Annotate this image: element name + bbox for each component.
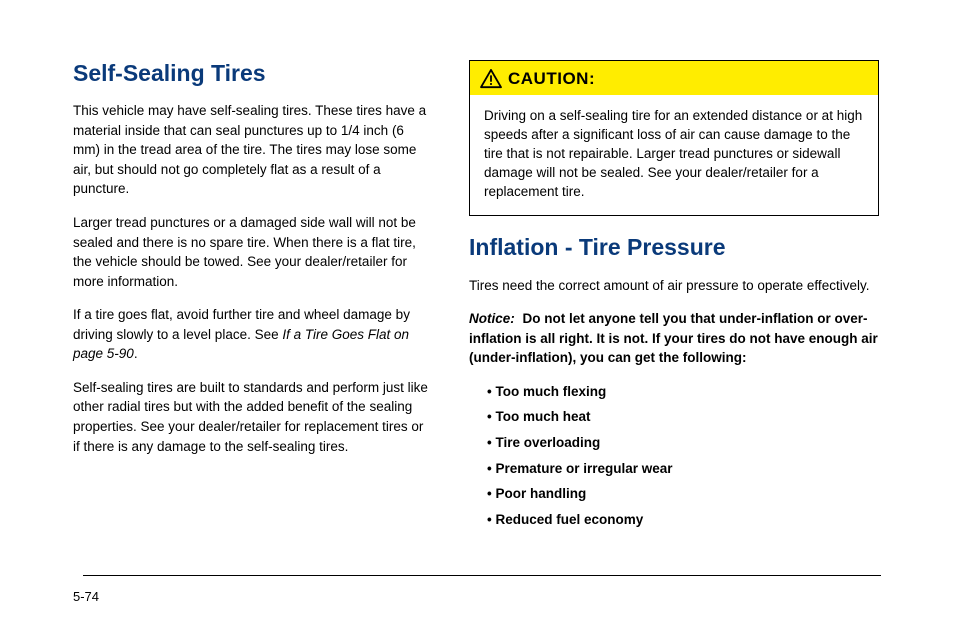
page-number: 5-74 — [73, 589, 99, 604]
caution-body: Driving on a self-sealing tire for an ex… — [470, 95, 878, 215]
caution-label: CAUTION: — [508, 69, 595, 89]
bullet-3-text: Premature or irregular wear — [495, 461, 672, 476]
footer-rule — [83, 575, 881, 577]
right-notice: Notice: Do not let anyone tell you that … — [469, 309, 879, 368]
left-p3-suffix: . — [134, 346, 138, 361]
left-p4: Self-sealing tires are built to standard… — [73, 378, 433, 456]
caution-text: Driving on a self-sealing tire for an ex… — [484, 107, 864, 201]
bullet-2-text: Tire overloading — [495, 435, 600, 450]
right-p1: Tires need the correct amount of air pre… — [469, 276, 879, 296]
bullet-4-text: Poor handling — [495, 486, 586, 501]
bullet-1: • Too much heat — [487, 407, 879, 427]
left-p2: Larger tread punctures or a damaged side… — [73, 213, 433, 291]
bullet-0: • Too much flexing — [487, 382, 879, 402]
bullet-1-text: Too much heat — [495, 409, 590, 424]
bullet-0-text: Too much flexing — [495, 384, 606, 399]
left-title: Self-Sealing Tires — [73, 60, 433, 87]
right-bullets: • Too much flexing • Too much heat • Tir… — [469, 382, 879, 529]
notice-label: Notice: — [469, 311, 515, 326]
bullet-5: • Reduced fuel economy — [487, 510, 879, 530]
left-p3: If a tire goes flat, avoid further tire … — [73, 305, 433, 364]
bullet-3: • Premature or irregular wear — [487, 459, 879, 479]
bullet-5-text: Reduced fuel economy — [495, 512, 643, 527]
bullet-2: • Tire overloading — [487, 433, 879, 453]
left-p1: This vehicle may have self-sealing tires… — [73, 101, 433, 199]
right-title: Inflation - Tire Pressure — [469, 234, 879, 261]
caution-header: CAUTION: — [470, 61, 878, 95]
bullet-4: • Poor handling — [487, 484, 879, 504]
notice-body: Do not let anyone tell you that under-in… — [469, 311, 878, 365]
warning-triangle-icon — [480, 69, 502, 89]
caution-box: CAUTION: Driving on a self-sealing tire … — [469, 60, 879, 216]
